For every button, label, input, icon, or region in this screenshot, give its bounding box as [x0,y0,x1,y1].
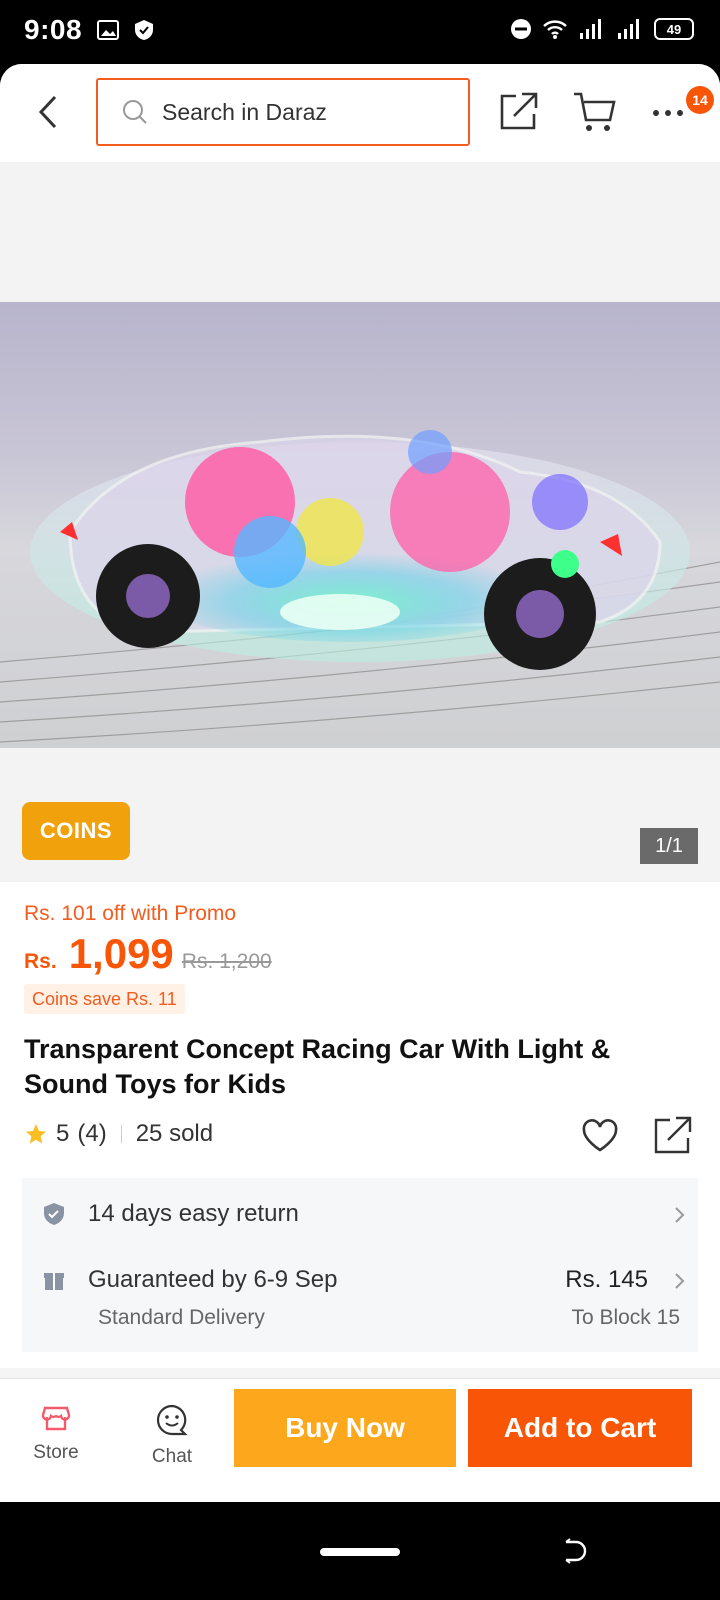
promo-text[interactable]: Rs. 101 off with Promo [24,902,236,926]
shield-icon [135,20,153,40]
service-panel: 14 days easy return Guaranteed by 6-9 Se… [22,1178,698,1352]
status-bar: 9:08 49 [0,0,720,64]
share-icon[interactable] [496,90,540,134]
chat-label: Chat [151,1446,193,1467]
cart-count-badge: 14 [686,86,714,114]
delivery-row[interactable]: Guaranteed by 6-9 Sep Standard Delivery … [22,1250,698,1352]
bottom-action-bar: Store Chat Buy Now Add to Cart [0,1378,720,1502]
rating-count: (4) [77,1120,107,1147]
chat-icon [156,1404,188,1436]
coins-save-tag: Coins save Rs. 11 [24,984,185,1014]
product-image[interactable] [0,302,720,748]
back-button[interactable] [28,88,68,136]
gift-box-icon [44,1273,64,1290]
return-policy-text: 14 days easy return [88,1200,299,1227]
search-input[interactable] [162,98,422,126]
image-page-counter: 1/1 [640,828,698,864]
product-page: 14 [0,64,720,1502]
shipping-price: Rs. 145 [565,1266,648,1293]
coins-badge: COINS [22,802,130,860]
delivery-date-text: Guaranteed by 6-9 Sep [88,1266,338,1293]
battery-icon: 49 [654,18,694,40]
back-icon [38,95,57,129]
product-title: Transparent Concept Racing Car With Ligh… [24,1034,611,1099]
status-time: 9:08 [24,14,83,45]
delivery-type: Standard Delivery [98,1306,265,1329]
return-policy-row[interactable]: 14 days easy return [22,1178,698,1250]
price-row: Rs. 1,099 Rs. 1,200 [24,930,272,978]
product-gallery[interactable]: COINS 1/1 [0,162,720,882]
shield-check-icon [44,1203,64,1225]
search-icon [123,100,147,124]
image-icon [97,20,119,40]
original-price: Rs. 1,200 [181,950,272,973]
chevron-right-icon [675,1207,685,1223]
chevron-right-icon [675,1273,685,1289]
rating-value: 5 [56,1120,70,1147]
more-icon [653,110,683,116]
store-icon [41,1406,71,1431]
star-icon [26,1124,46,1144]
top-header: 14 [0,64,720,162]
product-info: Rs. 101 off with Promo Rs. 1,099 Rs. 1,2… [0,882,720,1368]
buy-now-button[interactable]: Buy Now [234,1389,456,1467]
store-label: Store [33,1442,79,1463]
home-gesture-bar[interactable] [320,1548,400,1556]
divider [120,1125,122,1143]
dnd-icon [511,19,531,39]
wifi-icon [543,20,567,39]
signal-icon [580,19,601,39]
sold-count: 25 sold [135,1120,214,1147]
add-to-cart-button[interactable]: Add to Cart [468,1389,692,1467]
current-price: 1,099 [68,930,174,977]
price-currency: Rs. [24,950,57,973]
wishlist-heart-icon[interactable] [580,1116,620,1156]
system-nav-bar [0,1502,720,1600]
chat-button[interactable]: Chat [140,1403,204,1468]
cart-icon[interactable] [572,90,618,134]
share-icon[interactable] [652,1116,692,1156]
back-gesture-icon[interactable] [558,1536,590,1568]
store-button[interactable]: Store [28,1403,84,1464]
search-bar[interactable] [96,78,470,146]
ship-to-location: To Block 15 [571,1306,680,1329]
rating-row[interactable]: 5 (4) 25 sold [24,1120,213,1148]
signal-icon [618,19,639,39]
